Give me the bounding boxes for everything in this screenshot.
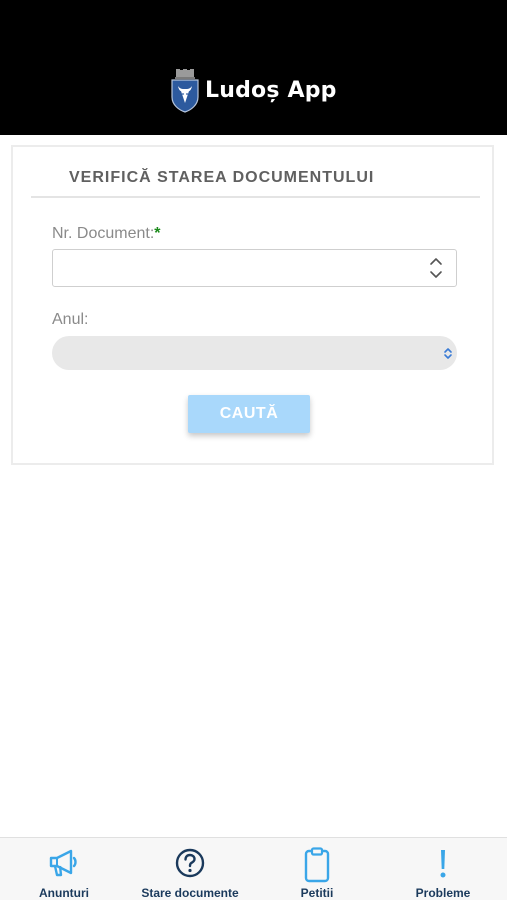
app-logo: Ludoș App: [170, 68, 337, 114]
megaphone-icon: [49, 849, 77, 877]
nav-item-anunturi[interactable]: Anunturi: [1, 838, 127, 901]
question-circle-icon: [175, 848, 205, 878]
document-status-card: VERIFICĂ STAREA DOCUMENTULUI Nr. Documen…: [11, 145, 494, 465]
required-mark: *: [154, 225, 161, 242]
app-header: Ludoș App: [0, 0, 507, 135]
year-select[interactable]: [52, 336, 457, 370]
nav-item-petitii[interactable]: Petitii: [254, 838, 380, 901]
clipboard-icon: [304, 847, 330, 883]
document-number-label-text: Nr. Document:: [52, 225, 155, 242]
nav-label-stare-documente: Stare documente: [141, 886, 239, 900]
app-title: Ludoș App: [205, 78, 337, 103]
nav-label-petitii: Petitii: [300, 886, 334, 900]
card-divider: [31, 196, 480, 198]
document-number-label: Nr. Document:*: [52, 225, 161, 243]
city-crest-icon: [171, 69, 199, 113]
year-label: Anul:: [52, 311, 89, 328]
nav-item-stare-documente[interactable]: Stare documente: [127, 838, 253, 901]
stepper-arrows-icon: [430, 258, 442, 278]
card-title: VERIFICĂ STAREA DOCUMENTULUI: [69, 169, 375, 186]
exclamation-icon: [440, 850, 446, 878]
bottom-navigation: Anunturi Stare documente Petitii Problem…: [0, 837, 507, 900]
select-arrows-icon: [444, 348, 452, 359]
search-button[interactable]: CAUTĂ: [188, 395, 310, 433]
document-number-input[interactable]: [52, 249, 457, 287]
nav-item-probleme[interactable]: Probleme: [380, 838, 506, 901]
nav-label-anunturi: Anunturi: [39, 886, 89, 900]
nav-label-probleme: Probleme: [415, 886, 471, 900]
number-stepper[interactable]: [428, 255, 444, 281]
